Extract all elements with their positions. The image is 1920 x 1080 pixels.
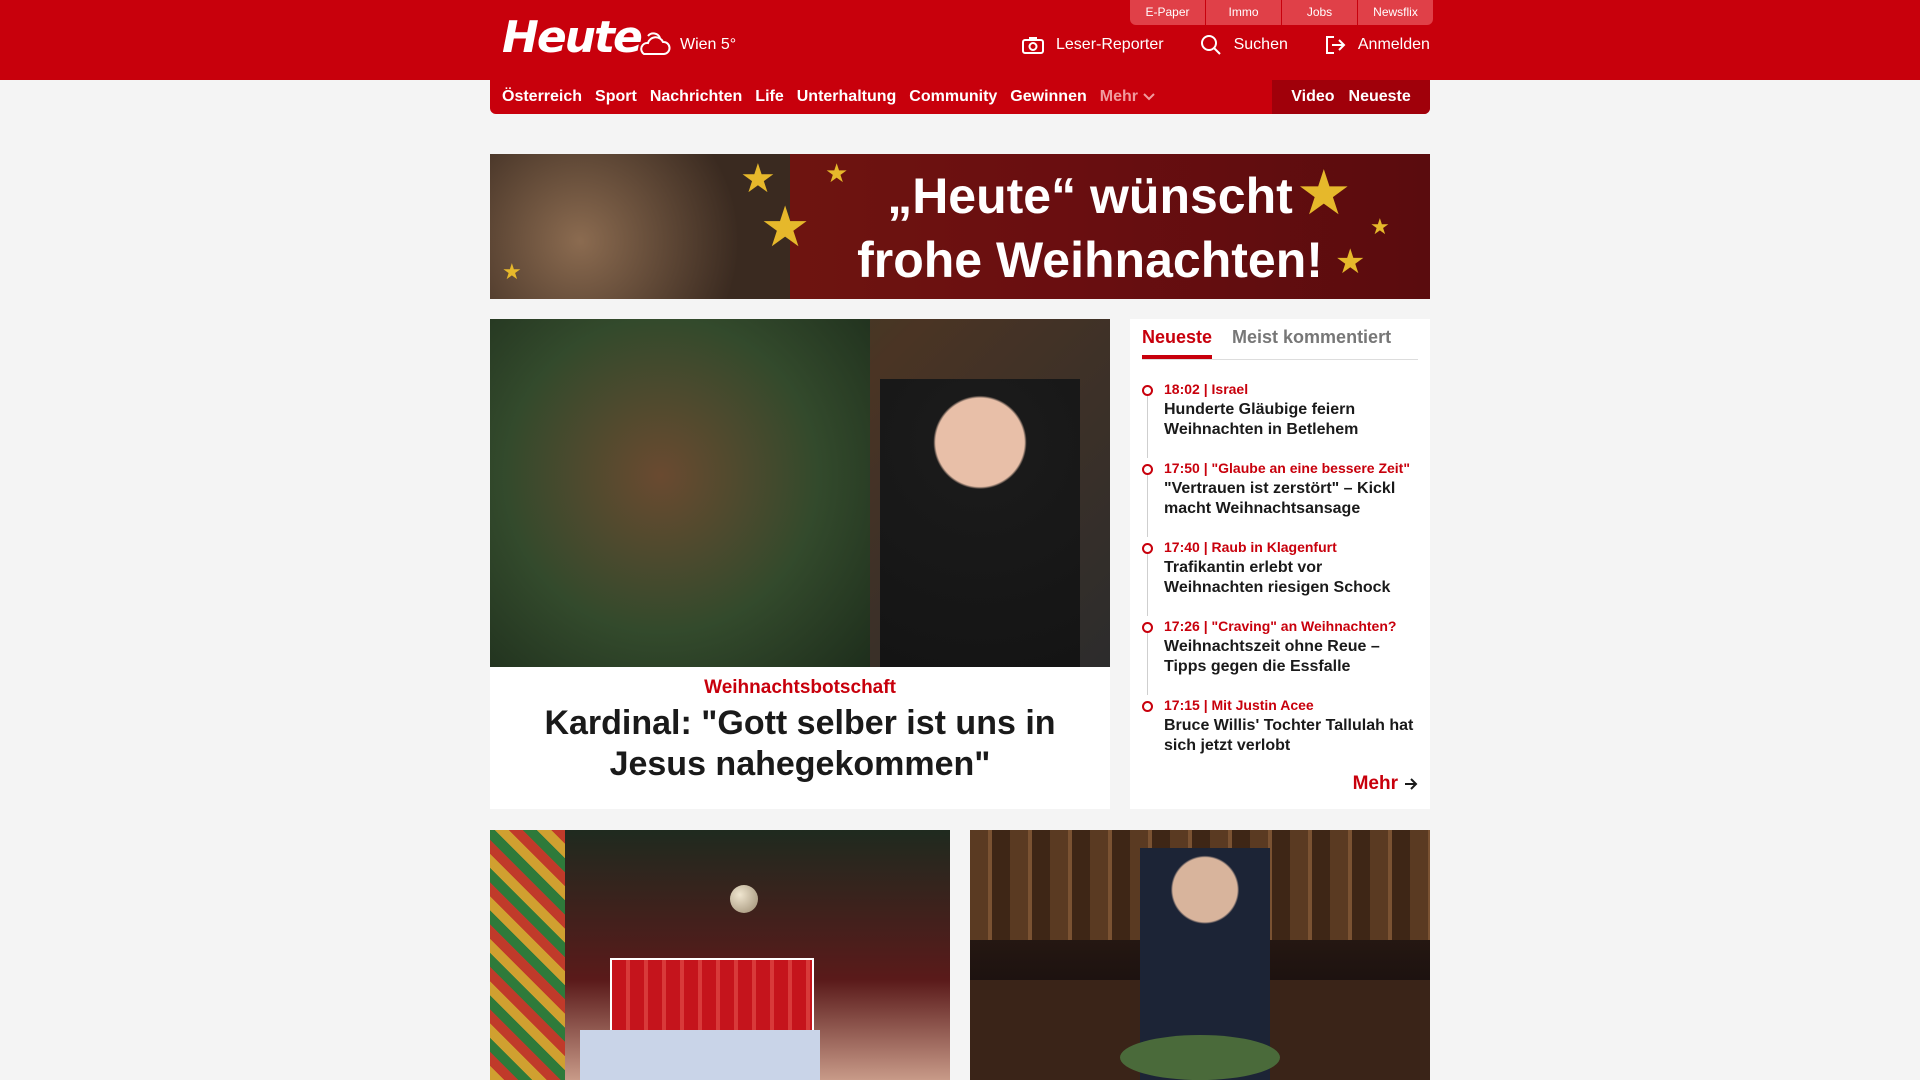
search-button[interactable]: Suchen	[1200, 34, 1288, 56]
feed-item-headline: "Vertrauen ist zerstört" – Kickl macht W…	[1164, 480, 1396, 517]
utility-link-newsflix[interactable]: Newsflix	[1358, 0, 1433, 25]
arrow-right-icon	[1405, 778, 1418, 790]
feed-item[interactable]: 17:15 | Mit Justin Acee Bruce Willis' To…	[1142, 697, 1418, 776]
nav-item-sport[interactable]: Sport	[595, 88, 637, 106]
utility-link-epaper[interactable]: E-Paper	[1130, 0, 1205, 25]
gift-box-image	[490, 830, 565, 1080]
hero-headline: Kardinal: "Gott selber ist uns in Jesus …	[544, 704, 1056, 783]
feed-item-topic: Raub in Klagenfurt	[1211, 539, 1337, 555]
timeline-dot	[1142, 622, 1153, 633]
feed-item-time: 17:40	[1164, 539, 1200, 555]
nav-item-gewinnen[interactable]: Gewinnen	[1010, 88, 1086, 106]
feed-item-headline: Hunderte Gläubige feiern Weihnachten in …	[1164, 401, 1359, 438]
newest-feed: 18:02 | Israel Hunderte Gläubige feiern …	[1142, 381, 1418, 776]
feed-item[interactable]: 18:02 | Israel Hunderte Gläubige feiern …	[1142, 381, 1418, 460]
login-label: Anmelden	[1357, 36, 1430, 53]
christmas-banner[interactable]: ★ ★ ★ ★ ★ ★ ★ „Heute“ wünscht frohe Weih…	[490, 154, 1430, 299]
feed-item-meta: 18:02 | Israel	[1164, 381, 1249, 397]
timeline-line	[1147, 475, 1148, 537]
search-icon	[1200, 35, 1221, 55]
feed-item[interactable]: 17:26 | "Craving" an Weihnachten? Weihna…	[1142, 618, 1418, 697]
star-icon: ★	[760, 195, 811, 258]
timeline-dot	[1142, 701, 1153, 712]
cloud-icon	[640, 32, 671, 55]
feed-item-meta: 17:50 | "Glaube an eine bessere Zeit"	[1164, 460, 1410, 476]
site-logo[interactable]: Heute	[502, 12, 643, 63]
timeline-dot	[1142, 464, 1153, 475]
timeline-line	[1147, 633, 1148, 695]
nav-item-unterhaltung[interactable]: Unterhaltung	[797, 88, 897, 106]
feed-item-meta: 17:15 | Mit Justin Acee	[1164, 697, 1314, 713]
article-card-gifts[interactable]	[490, 830, 950, 1080]
leser-reporter-label: Leser-Reporter	[1056, 36, 1164, 53]
ornament-image	[730, 885, 758, 913]
feed-item-headline: Weihnachtszeit ohne Reue – Tipps gegen d…	[1164, 638, 1380, 675]
nav-item-community[interactable]: Community	[909, 88, 997, 106]
feed-item-headline: Trafikantin erlebt vor Weihnachten riesi…	[1164, 559, 1391, 596]
login-button[interactable]: Anmelden	[1324, 35, 1430, 55]
nav-item-video[interactable]: Video	[1291, 88, 1334, 106]
weather-widget[interactable]: Wien 5°	[638, 30, 736, 60]
leser-reporter-button[interactable]: Leser-Reporter	[1022, 36, 1164, 54]
newest-more-label: Mehr	[1352, 773, 1398, 794]
nav-item-life[interactable]: Life	[755, 88, 783, 106]
chevron-down-icon	[1143, 93, 1155, 101]
banner-headline: „Heute“ wünscht frohe Weihnachten!	[820, 164, 1360, 292]
gift-box-image	[610, 958, 814, 1032]
header-tools: Leser-Reporter Suchen Anmelden	[1022, 34, 1466, 56]
camera-icon	[1022, 37, 1044, 54]
feed-item-topic: "Craving" an Weihnachten?	[1211, 618, 1397, 634]
login-icon	[1325, 36, 1346, 54]
feed-item-meta: 17:40 | Raub in Klagenfurt	[1164, 539, 1337, 555]
tab-meist-kommentiert[interactable]: Meist kommentiert	[1232, 327, 1391, 359]
top-header: Heute Wien 5° Leser-Reporter Suchen Anme…	[0, 0, 1920, 80]
newest-more-link[interactable]: Mehr	[1353, 773, 1418, 795]
hero-kicker: Weihnachtsbotschaft	[704, 677, 896, 698]
banner-line-2: frohe Weihnachten!	[857, 232, 1323, 288]
nav-more-dropdown[interactable]: Mehr	[1100, 88, 1155, 106]
newest-panel: Neueste Meist kommentiert 18:02 | Israel…	[1130, 319, 1430, 809]
advent-wreath-image	[1120, 1035, 1280, 1080]
timeline-dot	[1142, 543, 1153, 554]
feed-item[interactable]: 17:50 | "Glaube an eine bessere Zeit" "V…	[1142, 460, 1418, 539]
timeline-line	[1147, 554, 1148, 616]
tab-neueste[interactable]: Neueste	[1142, 327, 1213, 359]
search-label: Suchen	[1233, 36, 1288, 53]
weather-text: Wien 5°	[680, 36, 737, 53]
nav-item-oesterreich[interactable]: Österreich	[502, 88, 582, 106]
feed-item-time: 18:02	[1164, 381, 1200, 397]
timeline-dot	[1142, 385, 1153, 396]
hero-image-portrait	[880, 379, 1080, 667]
newest-tabs: Neueste Meist kommentiert	[1142, 327, 1418, 360]
nav-items: Österreich Sport Nachrichten Life Unterh…	[502, 80, 1168, 114]
nav-item-nachrichten[interactable]: Nachrichten	[650, 88, 742, 106]
feed-item-topic: Mit Justin Acee	[1211, 697, 1314, 713]
feed-item-time: 17:50	[1164, 460, 1200, 476]
main-navigation: Österreich Sport Nachrichten Life Unterh…	[490, 80, 1430, 114]
star-icon: ★	[502, 259, 522, 284]
utility-links: E-Paper Immo Jobs Newsflix	[1130, 0, 1433, 25]
banner-line-1: „Heute“ wünscht	[887, 168, 1293, 224]
hero-image	[490, 319, 1110, 667]
feed-item-time: 17:15	[1164, 697, 1200, 713]
feed-item-topic: "Glaube an eine bessere Zeit"	[1211, 460, 1410, 476]
feed-item[interactable]: 17:40 | Raub in Klagenfurt Trafikantin e…	[1142, 539, 1418, 618]
timeline-line	[1147, 396, 1148, 458]
utility-link-immo[interactable]: Immo	[1206, 0, 1281, 25]
utility-link-jobs[interactable]: Jobs	[1282, 0, 1357, 25]
feed-item-meta: 17:26 | "Craving" an Weihnachten?	[1164, 618, 1397, 634]
feed-item-topic: Israel	[1211, 381, 1249, 397]
hero-image-scene	[490, 319, 870, 667]
hero-article[interactable]: Weihnachtsbotschaft Kardinal: "Gott selb…	[490, 319, 1110, 809]
article-card-kickl[interactable]	[970, 830, 1430, 1080]
feed-item-headline: Bruce Willis' Tochter Tallulah hat sich …	[1164, 717, 1414, 754]
star-icon: ★	[1370, 214, 1390, 239]
nav-item-neueste[interactable]: Neueste	[1349, 88, 1411, 106]
feed-item-time: 17:26	[1164, 618, 1200, 634]
nav-right-group: Video Neueste	[1272, 80, 1430, 114]
gift-box-image	[580, 1030, 820, 1080]
nav-more-label: Mehr	[1099, 88, 1138, 105]
